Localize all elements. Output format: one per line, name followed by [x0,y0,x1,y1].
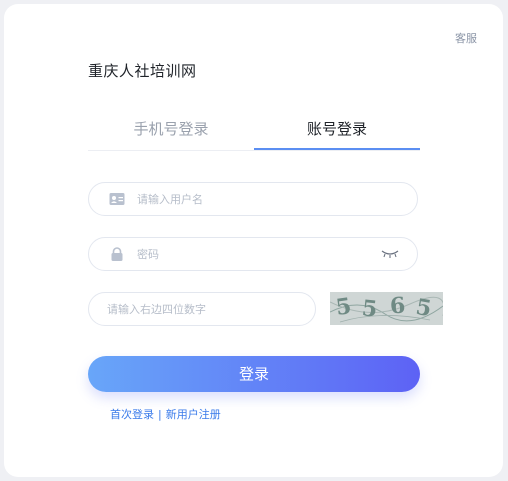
password-input[interactable] [137,245,357,263]
captcha-field [88,292,316,326]
site-title: 重庆人社培训网 [88,62,197,80]
login-card: 客服 重庆人社培训网 手机号登录 账号登录 请输入用户名 请输入右边四位数字 5… [4,4,503,477]
eye-closed-icon[interactable] [381,249,399,259]
customer-service-link[interactable]: 客服 [455,30,477,46]
login-tabs: 手机号登录 账号登录 [88,114,420,151]
first-login-link[interactable]: 首次登录 [110,408,154,421]
username-input[interactable] [137,190,357,208]
username-field [88,182,418,216]
password-field [88,237,418,271]
captcha-image[interactable]: 5 5 6 5 [330,292,443,325]
register-link[interactable]: 新用户注册 [166,408,221,421]
captcha-digit: 5 [360,295,379,323]
captcha-digit: 6 [389,292,407,320]
login-button[interactable]: 登录 [88,356,420,392]
tab-phone-login[interactable]: 手机号登录 [88,114,254,149]
tab-account-login[interactable]: 账号登录 [254,114,420,150]
captcha-input[interactable] [107,300,297,318]
lock-icon [111,247,123,261]
bottom-links: 首次登录 | 新用户注册 [110,406,221,422]
id-card-icon [109,193,125,205]
link-separator: | [158,408,162,421]
